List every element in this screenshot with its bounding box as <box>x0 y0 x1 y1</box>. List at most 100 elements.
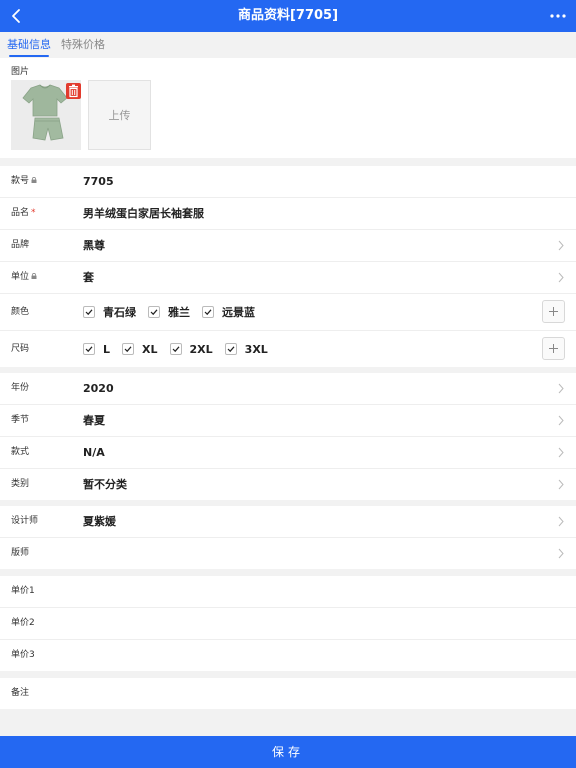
color-option-label: 远景蓝 <box>222 306 255 319</box>
product-image-thumbnail[interactable] <box>11 80 81 150</box>
product-name-label: 品名 * <box>11 208 36 218</box>
prices-section: 单价1 单价2 单价3 <box>0 576 576 671</box>
trash-icon <box>69 84 78 98</box>
size-option-label: XL <box>142 342 158 356</box>
color-option[interactable]: 雅兰 <box>148 304 190 320</box>
chevron-right-icon <box>558 383 564 394</box>
category-label: 类别 <box>11 479 30 489</box>
color-label: 颜色 <box>11 307 30 317</box>
size-option[interactable]: 3XL <box>224 342 268 356</box>
remark-section: 备注 <box>0 678 576 709</box>
checkbox[interactable] <box>224 343 237 355</box>
plus-icon <box>549 344 558 353</box>
images-section: 图片 <box>0 58 576 158</box>
size-option-label: 3XL <box>244 342 268 356</box>
brand-label: 品牌 <box>11 240 30 250</box>
product-name-row[interactable]: 品名 * 男羊绒蛋白家居长袖套服 <box>0 198 576 230</box>
chevron-right-icon <box>558 548 564 559</box>
year-label: 年份 <box>11 383 30 393</box>
patternmaker-label: 版师 <box>11 548 30 558</box>
delete-image-button[interactable] <box>66 83 81 99</box>
checkmark-icon <box>227 346 235 353</box>
price2-row[interactable]: 单价2 <box>0 608 576 640</box>
product-name-value: 男羊绒蛋白家居长袖套服 <box>83 207 204 220</box>
checkbox[interactable] <box>202 306 214 318</box>
unit-label: 单位 <box>11 262 37 293</box>
color-option-label: 青石绿 <box>103 306 136 319</box>
lock-icon <box>31 177 37 183</box>
tab-basic-info[interactable]: 基础信息 <box>7 32 51 58</box>
unit-value: 套 <box>83 271 94 284</box>
price1-label: 单价1 <box>11 586 35 596</box>
year-row[interactable]: 年份 2020 <box>0 373 576 405</box>
style-value: N/A <box>83 446 105 459</box>
category-value: 暂不分类 <box>83 478 127 491</box>
size-option-label: L <box>103 342 111 356</box>
color-option-label: 雅兰 <box>168 306 190 319</box>
size-option[interactable]: L <box>83 343 110 356</box>
basic-info-section: 款号 7705 品名 * 男羊绒蛋白家居长袖套服 品牌 黑尊 单位 套 颜色 青石… <box>0 166 576 367</box>
add-size-button[interactable] <box>542 337 565 360</box>
brand-value: 黑尊 <box>83 239 105 252</box>
size-label: 尺码 <box>11 344 30 354</box>
chevron-right-icon <box>558 479 564 490</box>
category-row[interactable]: 类别 暂不分类 <box>0 469 576 500</box>
remark-row[interactable]: 备注 <box>0 678 576 709</box>
color-options: 青石绿 雅兰 远景蓝 <box>83 294 267 330</box>
price1-row[interactable]: 单价1 <box>0 576 576 608</box>
chevron-right-icon <box>558 415 564 426</box>
chevron-right-icon <box>558 272 564 283</box>
checkbox[interactable] <box>148 306 160 318</box>
required-mark: * <box>31 208 36 218</box>
season-value: 春夏 <box>83 414 105 427</box>
style-row[interactable]: 款式 N/A <box>0 437 576 469</box>
tab-label: 特殊价格 <box>61 38 105 51</box>
year-value: 2020 <box>83 382 114 395</box>
style-no-value: 7705 <box>83 175 114 188</box>
price3-row[interactable]: 单价3 <box>0 640 576 671</box>
checkmark-icon <box>124 346 132 353</box>
designer-row[interactable]: 设计师 夏紫媛 <box>0 506 576 538</box>
size-options: L XL 2XL 3XL <box>83 331 280 367</box>
more-options-icon[interactable] <box>546 4 570 28</box>
checkmark-icon <box>172 346 179 353</box>
size-option[interactable]: XL <box>122 343 158 356</box>
checkmark-icon <box>150 309 158 316</box>
tab-bar: 基础信息 特殊价格 <box>0 32 576 58</box>
save-button[interactable]: 保存 <box>0 736 576 768</box>
add-color-button[interactable] <box>542 300 565 323</box>
tab-special-price[interactable]: 特殊价格 <box>61 32 105 58</box>
active-tab-indicator <box>9 55 49 57</box>
top-bar: 商品资料[7705] <box>0 0 576 32</box>
color-row: 颜色 青石绿 雅兰 远景蓝 <box>0 294 576 331</box>
checkmark-icon <box>204 309 212 316</box>
unit-row[interactable]: 单位 套 <box>0 262 576 294</box>
remark-label: 备注 <box>11 688 30 698</box>
people-section: 设计师 夏紫媛 版师 <box>0 506 576 569</box>
checkmark-icon <box>85 346 93 353</box>
checkbox[interactable] <box>83 306 95 318</box>
style-no-label: 款号 <box>11 166 37 197</box>
style-label: 款式 <box>11 447 30 457</box>
checkbox[interactable] <box>83 343 95 355</box>
season-label: 季节 <box>11 415 30 425</box>
patternmaker-row[interactable]: 版师 <box>0 538 576 569</box>
page-title: 商品资料[7705] <box>237 8 339 23</box>
images-label: 图片 <box>11 67 30 77</box>
size-row: 尺码 L XL 2XL 3XL <box>0 331 576 367</box>
color-option[interactable]: 远景蓝 <box>202 304 255 320</box>
attributes-section: 年份 2020 季节 春夏 款式 N/A 类别 暂不分类 <box>0 373 576 500</box>
checkmark-icon <box>85 309 93 316</box>
color-option[interactable]: 青石绿 <box>83 304 136 320</box>
checkbox[interactable] <box>122 343 135 355</box>
upload-image-button[interactable]: 上传 <box>88 80 151 150</box>
designer-label: 设计师 <box>11 516 39 526</box>
style-no-row[interactable]: 款号 7705 <box>0 166 576 198</box>
brand-row[interactable]: 品牌 黑尊 <box>0 230 576 262</box>
checkbox[interactable] <box>169 343 182 355</box>
chevron-right-icon <box>558 516 564 527</box>
size-option-label: 2XL <box>189 342 213 356</box>
season-row[interactable]: 季节 春夏 <box>0 405 576 437</box>
tab-label: 基础信息 <box>7 38 51 51</box>
size-option[interactable]: 2XL <box>169 342 213 356</box>
